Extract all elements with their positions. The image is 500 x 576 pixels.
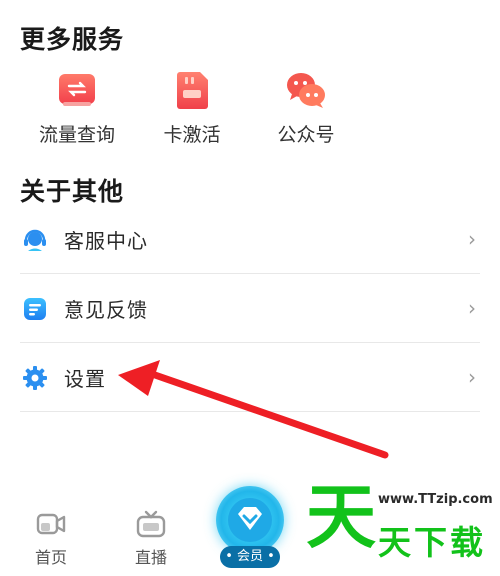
tv-icon [135,510,167,538]
service-card-activation[interactable]: 卡激活 [142,68,242,147]
watermark-logo: 天 www.TTzip.com 天下载 [300,478,500,576]
data-usage-icon [55,68,99,112]
sim-card-icon [170,68,214,112]
tab-vip[interactable]: • 会员 • [216,486,284,568]
list-item-label: 设置 [64,367,106,391]
list-item-customer-service[interactable]: 客服中心 › [20,205,480,274]
list-item-feedback[interactable]: 意见反馈 › [20,274,480,343]
headset-icon [22,227,48,253]
video-camera-icon [35,510,67,538]
service-official-account[interactable]: 公众号 [256,68,356,147]
vip-badge: • 会员 • [220,546,280,568]
list-item-label: 客服中心 [64,229,148,253]
service-label: 公众号 [277,124,335,146]
service-data-usage[interactable]: 流量查询 [27,68,127,147]
chevron-right-icon: › [468,365,476,389]
about-list: 客服中心 › 意见反馈 › 设置 › [20,205,480,412]
list-item-label: 意见反馈 [64,298,148,322]
services-grid: 流量查询 卡激活 公众号 [0,68,500,148]
feedback-icon [22,296,48,322]
watermark-url: www.TTzip.com [378,492,493,507]
chevron-right-icon: › [468,227,476,251]
vip-halo [216,486,284,554]
tab-live[interactable]: 直播 [121,510,181,568]
tab-home[interactable]: 首页 [21,510,81,568]
about-section-title: 关于其他 [20,177,125,206]
tab-label: 直播 [134,548,167,567]
watermark-text: 天下载 [378,523,486,562]
chevron-right-icon: › [468,296,476,320]
diamond-icon [228,498,272,542]
service-label: 流量查询 [38,124,115,146]
service-label: 卡激活 [163,124,221,146]
wechat-official-account-icon [284,68,328,112]
list-item-settings[interactable]: 设置 › [20,343,480,412]
gear-icon [22,365,48,391]
watermark-big-char: 天 [306,476,376,558]
tab-label: 首页 [34,548,67,567]
more-services-title: 更多服务 [20,25,125,54]
